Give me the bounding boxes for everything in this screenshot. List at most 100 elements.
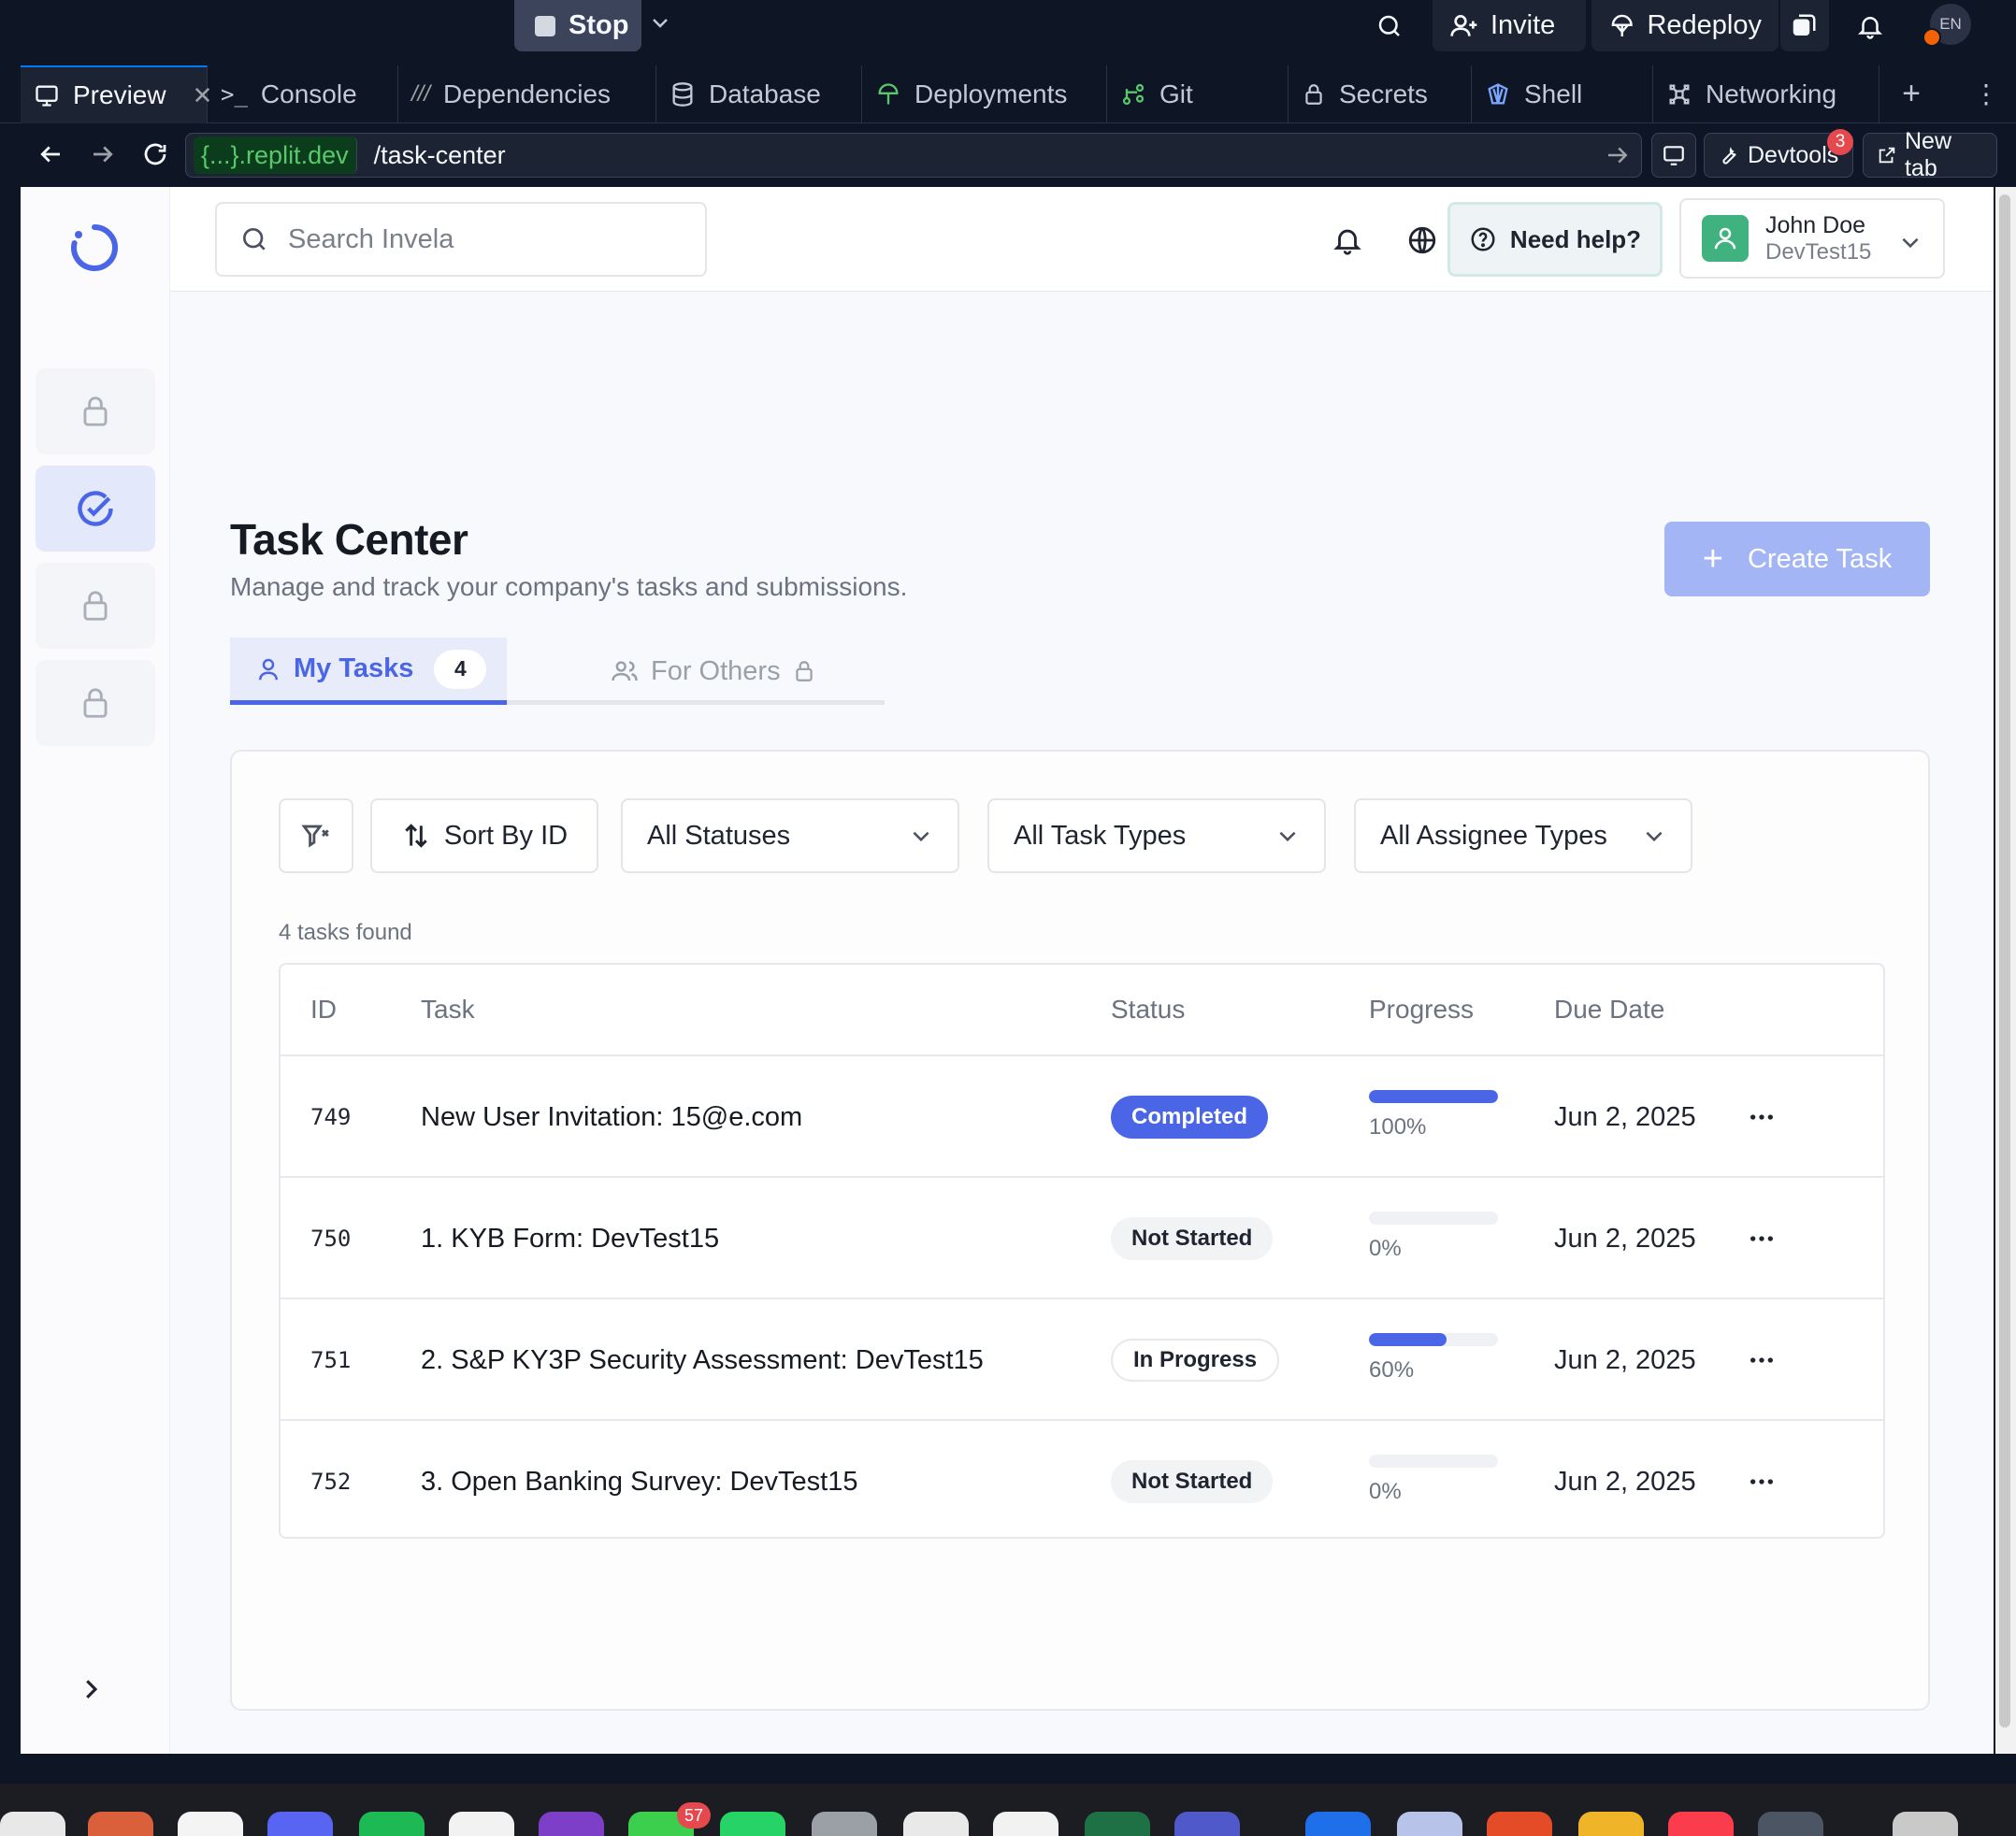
sidebar-item-task-center[interactable] bbox=[36, 466, 155, 552]
task-title[interactable]: 3. Open Banking Survey: DevTest15 bbox=[421, 1421, 857, 1537]
more-vertical-icon[interactable]: ⋮ bbox=[1967, 75, 2005, 112]
dock-app-icon[interactable] bbox=[1305, 1812, 1371, 1836]
dock-app-icon[interactable] bbox=[903, 1812, 969, 1836]
more-horizontal-icon[interactable] bbox=[1747, 1178, 1777, 1299]
dock-app-icon[interactable] bbox=[1487, 1812, 1552, 1836]
wrench-icon bbox=[1722, 147, 1736, 165]
bell-icon[interactable] bbox=[1851, 7, 1889, 45]
clear-filters-button[interactable] bbox=[279, 798, 353, 873]
tab-for-others[interactable]: For Others bbox=[610, 638, 816, 705]
task-title[interactable]: New User Invitation: 15@e.com bbox=[421, 1056, 802, 1178]
dock-app-icon[interactable] bbox=[1085, 1812, 1150, 1836]
tab-deployments[interactable]: Deployments bbox=[862, 65, 1107, 123]
task-title[interactable]: 1. KYB Form: DevTest15 bbox=[421, 1178, 719, 1299]
more-horizontal-icon[interactable] bbox=[1747, 1421, 1777, 1537]
dock-app-icon[interactable] bbox=[720, 1812, 785, 1836]
task-tabs: My Tasks 4 For Others bbox=[230, 638, 885, 705]
more-horizontal-icon[interactable] bbox=[1747, 1056, 1777, 1178]
dock-app-icon[interactable] bbox=[88, 1812, 153, 1836]
dependencies-icon: /// bbox=[411, 81, 431, 107]
sidebar-item-locked-2[interactable] bbox=[36, 563, 155, 649]
avatar-status-dot bbox=[1922, 28, 1941, 47]
tab-database[interactable]: Database bbox=[656, 65, 862, 123]
dock-app-icon[interactable] bbox=[1397, 1812, 1462, 1836]
user-menu[interactable]: John Doe DevTest15 bbox=[1679, 198, 1945, 279]
dock-app-icon[interactable] bbox=[539, 1812, 604, 1836]
tab-networking[interactable]: Networking bbox=[1653, 65, 1879, 123]
table-row[interactable]: 751 2. S&P KY3P Security Assessment: Dev… bbox=[281, 1299, 1883, 1421]
stop-button[interactable]: Stop bbox=[514, 0, 641, 51]
table-row[interactable]: 750 1. KYB Form: DevTest15 Not Started 0… bbox=[281, 1178, 1883, 1299]
invela-logo-icon[interactable] bbox=[69, 222, 120, 273]
column-header-task[interactable]: Task bbox=[421, 965, 475, 1054]
invite-button[interactable]: Invite bbox=[1433, 0, 1586, 51]
status-badge: Not Started bbox=[1111, 1217, 1274, 1260]
dock-app-icon[interactable] bbox=[0, 1812, 65, 1836]
new-tab-button[interactable]: New tab bbox=[1863, 128, 1997, 181]
assignee-type-select[interactable]: All Assignee Types bbox=[1354, 798, 1692, 873]
reload-icon[interactable] bbox=[137, 136, 174, 173]
column-header-id[interactable]: ID bbox=[310, 965, 337, 1054]
progress-fill bbox=[1369, 1090, 1498, 1103]
plus-icon: + bbox=[1702, 538, 1723, 579]
check-circle-icon bbox=[78, 491, 113, 526]
progress-bar: 0% bbox=[1369, 1212, 1498, 1262]
column-header-progress[interactable]: Progress bbox=[1369, 965, 1474, 1054]
dock-app-icon[interactable] bbox=[812, 1812, 877, 1836]
table-row[interactable]: 752 3. Open Banking Survey: DevTest15 No… bbox=[281, 1421, 1883, 1537]
networking-icon bbox=[1669, 84, 1690, 105]
multiplayer-button[interactable] bbox=[1780, 0, 1829, 51]
create-task-button[interactable]: + Create Task bbox=[1664, 522, 1930, 596]
dock-app-icon[interactable] bbox=[1578, 1812, 1644, 1836]
sidebar-item-locked-3[interactable] bbox=[36, 660, 155, 746]
chevron-down-icon[interactable] bbox=[649, 11, 671, 34]
chevron-down-icon bbox=[1902, 237, 1919, 249]
add-user-icon bbox=[1450, 14, 1477, 36]
chevron-right-icon[interactable] bbox=[77, 1675, 105, 1703]
need-help-button[interactable]: Need help? bbox=[1447, 202, 1663, 277]
globe-icon[interactable] bbox=[1403, 221, 1442, 260]
search-icon[interactable] bbox=[1371, 7, 1408, 45]
column-header-status[interactable]: Status bbox=[1111, 965, 1185, 1054]
url-bar[interactable]: {...}.replit.dev /task-center bbox=[185, 133, 1642, 178]
task-type-select[interactable]: All Task Types bbox=[987, 798, 1326, 873]
sidebar-item-locked-1[interactable] bbox=[36, 368, 155, 454]
back-arrow-icon[interactable] bbox=[32, 136, 69, 173]
go-arrow-icon[interactable] bbox=[1604, 141, 1632, 169]
sort-by-id-button[interactable]: Sort By ID bbox=[370, 798, 598, 873]
tab-preview[interactable]: Preview ✕ bbox=[21, 65, 212, 123]
progress-bar: 60% bbox=[1369, 1333, 1498, 1384]
tab-dependencies[interactable]: /// Dependencies bbox=[398, 65, 656, 123]
dock-app-icon[interactable] bbox=[1174, 1812, 1240, 1836]
tab-count-badge: 4 bbox=[434, 649, 487, 689]
dock-app-icon[interactable] bbox=[267, 1812, 333, 1836]
redeploy-button[interactable]: Redeploy bbox=[1591, 0, 1778, 51]
dock-app-icon[interactable] bbox=[449, 1812, 514, 1836]
dock-app-icon[interactable] bbox=[1758, 1812, 1823, 1836]
forward-arrow-icon[interactable] bbox=[84, 136, 122, 173]
tab-secrets[interactable]: Secrets bbox=[1289, 65, 1472, 123]
tab-git[interactable]: Git bbox=[1107, 65, 1289, 123]
task-id: 751 bbox=[310, 1347, 352, 1373]
dock-app-icon[interactable] bbox=[359, 1812, 425, 1836]
search-input[interactable]: Search Invela bbox=[215, 202, 707, 277]
user-name: John Doe bbox=[1765, 211, 1866, 238]
more-horizontal-icon[interactable] bbox=[1747, 1299, 1777, 1421]
task-title[interactable]: 2. S&P KY3P Security Assessment: DevTest… bbox=[421, 1299, 984, 1421]
dock-app-icon[interactable] bbox=[993, 1812, 1058, 1836]
status-select[interactable]: All Statuses bbox=[621, 798, 959, 873]
monitor-icon bbox=[1663, 146, 1684, 165]
progress-label: 0% bbox=[1369, 1479, 1402, 1504]
scrollbar-thumb[interactable] bbox=[1999, 194, 2010, 1728]
dock-app-icon[interactable] bbox=[178, 1812, 243, 1836]
trash-icon[interactable] bbox=[1893, 1812, 1958, 1836]
table-row[interactable]: 749 New User Invitation: 15@e.com Comple… bbox=[281, 1056, 1883, 1178]
column-header-due-date[interactable]: Due Date bbox=[1554, 965, 1664, 1054]
dock-app-icon[interactable] bbox=[1668, 1812, 1734, 1836]
tab-console[interactable]: >_ Console bbox=[208, 65, 398, 123]
device-preview-button[interactable] bbox=[1651, 133, 1696, 178]
add-tab-icon[interactable]: + bbox=[1893, 75, 1930, 112]
tab-my-tasks[interactable]: My Tasks 4 bbox=[230, 638, 507, 705]
tab-shell[interactable]: Shell bbox=[1472, 65, 1653, 123]
bell-icon[interactable] bbox=[1328, 221, 1367, 260]
